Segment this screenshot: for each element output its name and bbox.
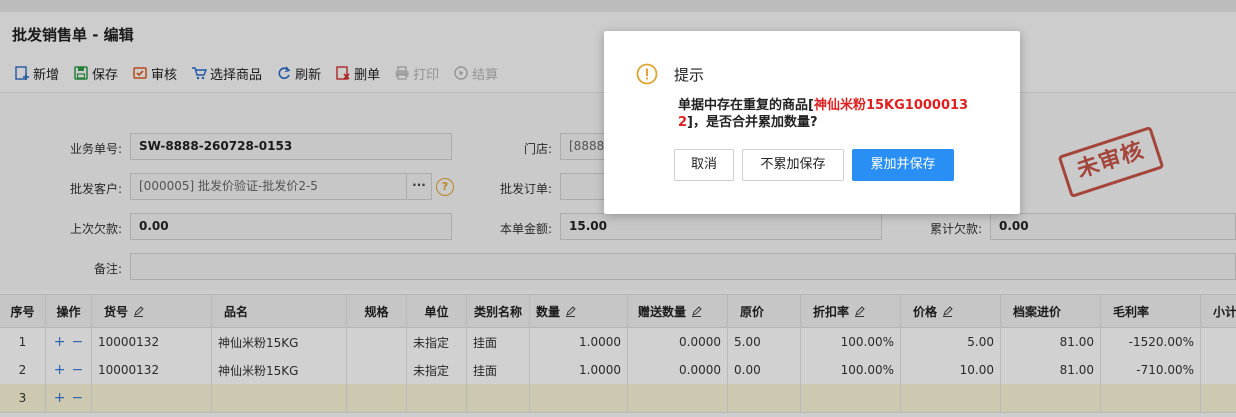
warning-icon (636, 63, 658, 85)
save-without-merge-button[interactable]: 不累加保存 (742, 149, 844, 181)
dialog-message: 单据中存在重复的商品[神仙米粉15KG10000132]，是否合并累加数量? (678, 97, 990, 131)
cancel-button[interactable]: 取消 (674, 149, 734, 181)
dialog-message-suffix: ]，是否合并累加数量? (687, 115, 818, 130)
dialog-message-prefix: 单据中存在重复的商品[ (678, 98, 814, 113)
merge-and-save-button[interactable]: 累加并保存 (852, 149, 954, 181)
duplicate-goods-dialog: 提示 单据中存在重复的商品[神仙米粉15KG10000132]，是否合并累加数量… (604, 31, 1020, 214)
dialog-title: 提示 (674, 66, 705, 84)
